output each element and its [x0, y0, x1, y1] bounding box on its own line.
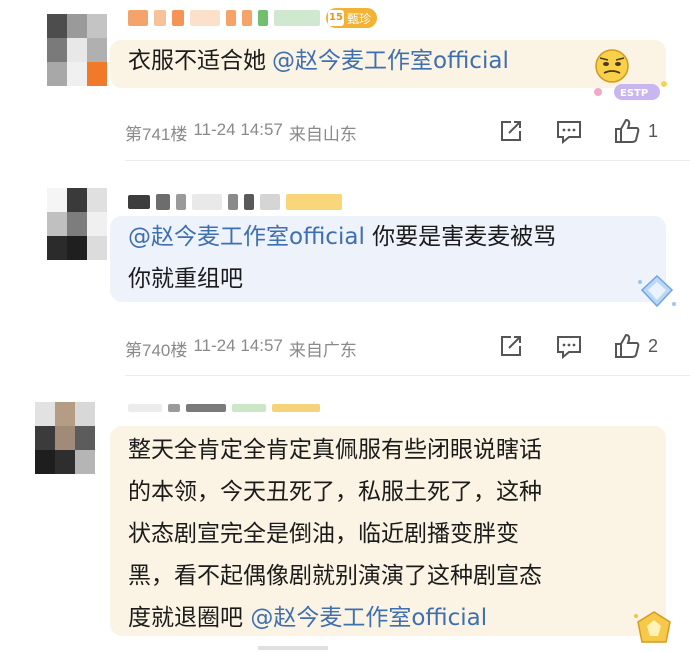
comment-line-2: 的本领，今天丑死了，私服土死了，这种	[128, 479, 542, 505]
mention-link[interactable]: @赵今麦工作室official	[272, 48, 509, 74]
like-button[interactable]	[612, 116, 642, 146]
username-row[interactable]	[128, 194, 342, 210]
level-name: 甄珍	[347, 11, 372, 26]
username-blurred	[192, 194, 222, 210]
timestamp: 11-24 14:57	[193, 336, 283, 355]
divider	[125, 160, 690, 161]
action-bar: 2	[496, 331, 658, 361]
username-blurred	[242, 10, 252, 26]
avatar[interactable]	[47, 188, 107, 260]
reply-button[interactable]	[554, 116, 584, 146]
like-count: 2	[648, 335, 659, 356]
ip-location: 来自山东	[288, 125, 357, 144]
comment-bubble: @赵今麦工作室official 你要是害麦麦被骂 你就重组吧	[110, 216, 666, 302]
mention-link[interactable]: @赵今麦工作室official	[128, 224, 365, 250]
level-badge: 15 甄珍	[326, 8, 378, 28]
floor-number: 第740楼	[125, 341, 188, 360]
username-row[interactable]: 15 甄珍	[128, 8, 378, 28]
estp-sticker-icon: ESTP	[584, 44, 674, 108]
crown-badge-icon	[630, 608, 678, 648]
username-blurred	[176, 194, 186, 210]
comment-line-3: 状态剧宣完全是倒油，临近剧播变胖变	[128, 521, 519, 547]
comment-icon	[557, 121, 581, 144]
divider	[125, 375, 690, 376]
comment-text: 你要是害麦麦被骂	[364, 224, 557, 250]
thumbs-up-icon	[615, 333, 640, 358]
thumbs-up-icon	[615, 118, 640, 143]
mention-link[interactable]: @赵今麦工作室official	[250, 605, 487, 631]
comment-line-5: 度就退圈吧 @赵今麦工作室official	[128, 597, 666, 639]
avatar[interactable]	[35, 402, 95, 474]
username-blurred	[154, 10, 166, 26]
diamond-badge-icon	[634, 272, 680, 312]
level-number: 15	[328, 10, 344, 26]
blurred-trailing-element	[258, 646, 328, 650]
floor-number: 第741楼	[125, 125, 188, 144]
share-button[interactable]	[496, 331, 526, 361]
action-bar: 1	[496, 116, 658, 146]
comment-bubble: 整天全肯定全肯定真佩服有些闭眼说瞎话 的本领，今天丑死了，私服土死了，这种 状态…	[110, 426, 666, 636]
like-count: 1	[648, 120, 659, 141]
like-button[interactable]	[612, 331, 642, 361]
username-blurred	[272, 404, 320, 412]
username-blurred	[186, 404, 226, 412]
username-blurred	[128, 404, 162, 412]
username-blurred	[232, 404, 266, 412]
comment-line-1: 整天全肯定全肯定真佩服有些闭眼说瞎话	[128, 437, 542, 463]
username-blurred	[244, 194, 254, 210]
meta-row: 第741楼 11-24 14:57 来自山东	[125, 120, 357, 145]
share-button[interactable]	[496, 116, 526, 146]
comment-line: @赵今麦工作室official 你要是害麦麦被骂	[128, 216, 666, 258]
username-blurred	[156, 194, 170, 210]
username-blurred	[128, 10, 148, 26]
username-blurred	[258, 10, 268, 26]
username-blurred	[168, 404, 180, 412]
username-blurred	[190, 10, 220, 26]
ip-location: 来自广东	[288, 341, 357, 360]
username-blurred	[228, 194, 238, 210]
username-blurred	[286, 194, 342, 210]
meta-row: 第740楼 11-24 14:57 来自广东	[125, 336, 357, 361]
username-row[interactable]	[128, 404, 320, 412]
comment-text-line2: 你就重组吧	[128, 266, 243, 292]
share-icon	[501, 121, 521, 141]
comment-line-4: 黑，看不起偶像剧就别演演了这种剧宣态	[128, 563, 542, 589]
timestamp: 11-24 14:57	[193, 120, 283, 139]
username-blurred	[274, 10, 320, 26]
username-blurred	[128, 195, 150, 209]
username-blurred	[260, 194, 280, 210]
comment-bubble: 衣服不适合她 @赵今麦工作室official	[110, 40, 666, 88]
username-blurred	[172, 10, 184, 26]
avatar[interactable]	[47, 14, 107, 86]
sticker-label: ESTP	[620, 88, 648, 99]
comment-text: 度就退圈吧	[128, 605, 251, 631]
username-blurred	[226, 10, 236, 26]
comment-icon	[557, 336, 581, 359]
comment-text: 衣服不适合她	[128, 48, 266, 74]
share-icon	[501, 336, 521, 356]
reply-button[interactable]	[554, 331, 584, 361]
